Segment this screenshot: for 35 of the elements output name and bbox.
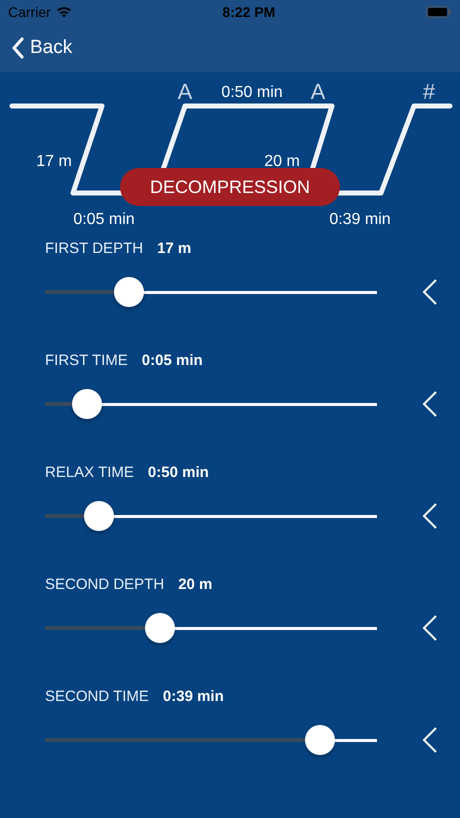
battery-icon: [426, 6, 452, 18]
setting-label: RELAX TIME: [45, 464, 134, 480]
slider-thumb[interactable]: [72, 389, 102, 419]
setting-label: FIRST TIME: [45, 352, 128, 368]
setting-value: 17 m: [157, 240, 192, 256]
chevron-left-icon[interactable]: [422, 726, 438, 754]
decompression-badge: DECOMPRESSION: [120, 168, 340, 206]
wifi-icon: [56, 6, 72, 18]
slider-thumb[interactable]: [144, 613, 175, 643]
profile-label: A: [178, 79, 192, 104]
back-button[interactable]: Back: [12, 37, 72, 59]
clock-text: 8:22 PM: [222, 4, 276, 20]
profile-label: 20 m: [264, 153, 300, 170]
chevron-left-icon: [12, 37, 24, 59]
setting-value: 0:39 min: [162, 688, 224, 704]
chevron-left-icon[interactable]: [422, 278, 438, 306]
profile-label: A: [310, 79, 326, 104]
slider-thumb[interactable]: [84, 501, 114, 531]
chevron-left-icon[interactable]: [422, 614, 438, 642]
slider-thumb[interactable]: [114, 277, 144, 307]
chevron-left-icon[interactable]: [422, 502, 438, 530]
setting-label: SECOND TIME: [45, 688, 149, 704]
profile-label: 17 m: [36, 153, 72, 170]
setting-value: 0:05 min: [142, 352, 203, 368]
setting-label: SECOND DEPTH: [45, 576, 164, 592]
setting-value: 20 m: [178, 576, 212, 592]
carrier-text: Carrier: [8, 4, 51, 20]
setting-label: FIRST DEPTH: [45, 240, 144, 256]
slider-thumb[interactable]: [304, 725, 335, 755]
chevron-left-icon[interactable]: [422, 390, 438, 418]
profile-label: 0:39 min: [329, 211, 391, 228]
profile-label: 0:05 min: [73, 211, 135, 228]
setting-value: 0:50 min: [148, 464, 209, 480]
profile-label: #: [422, 79, 436, 104]
profile-label: 0:50 min: [221, 84, 283, 101]
